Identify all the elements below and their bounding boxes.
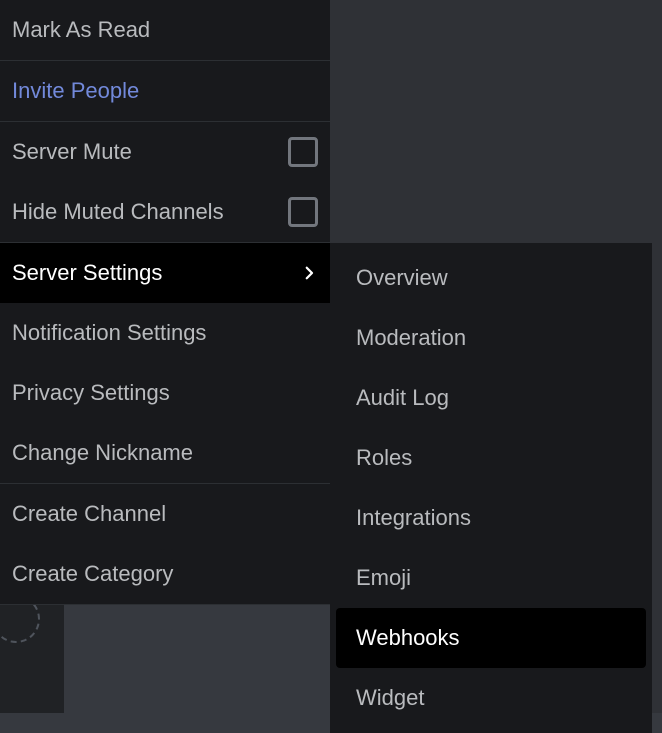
menu-item-privacy-settings[interactable]: Privacy Settings: [0, 363, 330, 423]
submenu-item-label: Overview: [356, 265, 448, 291]
submenu-item-label: Emoji: [356, 565, 411, 591]
menu-item-server-settings[interactable]: Server Settings: [0, 243, 330, 303]
menu-item-label: Privacy Settings: [12, 380, 170, 406]
checkbox-icon[interactable]: [288, 197, 318, 227]
checkbox-icon[interactable]: [288, 137, 318, 167]
submenu-item-label: Widget: [356, 685, 424, 711]
submenu-item-overview[interactable]: Overview: [336, 248, 646, 308]
menu-item-label: Create Category: [12, 561, 173, 587]
menu-item-label: Server Mute: [12, 139, 132, 165]
submenu-item-label: Moderation: [356, 325, 466, 351]
submenu-item-moderation[interactable]: Moderation: [336, 308, 646, 368]
submenu-item-label: Roles: [356, 445, 412, 471]
submenu-item-widget[interactable]: Widget: [336, 668, 646, 728]
submenu-item-audit-log[interactable]: Audit Log: [336, 368, 646, 428]
submenu-item-label: Webhooks: [356, 625, 460, 651]
submenu-item-label: Integrations: [356, 505, 471, 531]
menu-item-label: Invite People: [12, 78, 139, 104]
server-settings-submenu: Overview Moderation Audit Log Roles Inte…: [330, 243, 652, 733]
menu-item-create-channel[interactable]: Create Channel: [0, 484, 330, 544]
server-context-menu: Mark As Read Invite People Server Mute H…: [0, 0, 330, 605]
menu-item-mark-as-read[interactable]: Mark As Read: [0, 0, 330, 60]
menu-item-label: Notification Settings: [12, 320, 206, 346]
menu-item-create-category[interactable]: Create Category: [0, 544, 330, 604]
menu-item-label: Hide Muted Channels: [12, 199, 224, 225]
submenu-item-integrations[interactable]: Integrations: [336, 488, 646, 548]
menu-item-notification-settings[interactable]: Notification Settings: [0, 303, 330, 363]
menu-divider: [0, 604, 330, 605]
menu-item-label: Mark As Read: [12, 17, 150, 43]
submenu-item-emoji[interactable]: Emoji: [336, 548, 646, 608]
menu-item-label: Create Channel: [12, 501, 166, 527]
chevron-right-icon: [300, 264, 318, 282]
menu-item-invite-people[interactable]: Invite People: [0, 61, 330, 121]
menu-item-label: Server Settings: [12, 260, 162, 286]
submenu-item-label: Audit Log: [356, 385, 449, 411]
submenu-item-roles[interactable]: Roles: [336, 428, 646, 488]
submenu-item-webhooks[interactable]: Webhooks: [336, 608, 646, 668]
menu-item-server-mute[interactable]: Server Mute: [0, 122, 330, 182]
menu-item-change-nickname[interactable]: Change Nickname: [0, 423, 330, 483]
menu-item-label: Change Nickname: [12, 440, 193, 466]
menu-item-hide-muted-channels[interactable]: Hide Muted Channels: [0, 182, 330, 242]
